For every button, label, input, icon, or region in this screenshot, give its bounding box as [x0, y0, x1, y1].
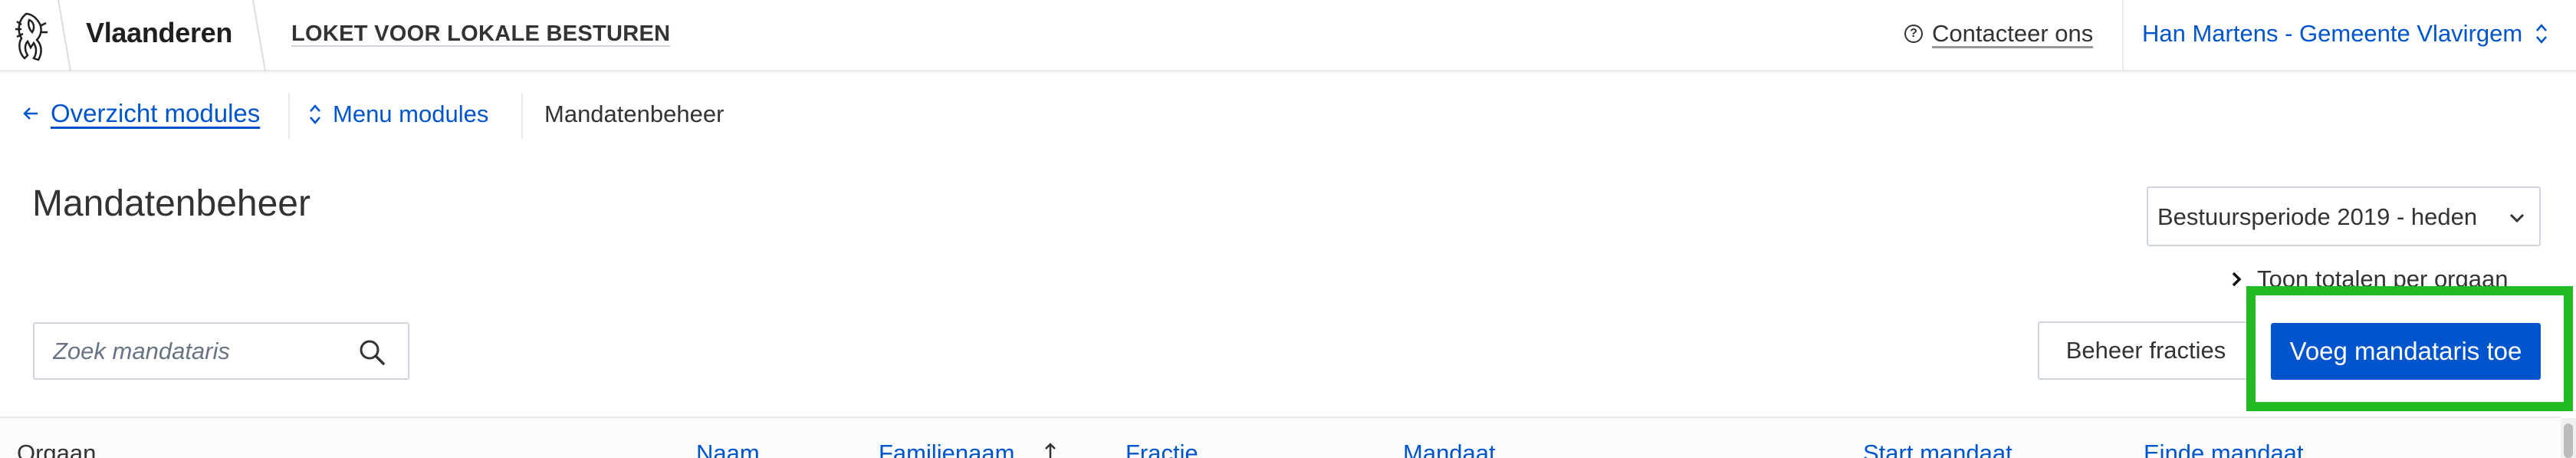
brand-divider	[252, 0, 266, 71]
contact-link[interactable]: ? Contacteer ons	[1904, 20, 2093, 48]
chevron-right-icon	[2232, 272, 2242, 287]
back-to-modules-link[interactable]: Overzicht modules	[21, 99, 260, 128]
arrow-left-icon	[23, 107, 38, 120]
user-label: Han Martens - Gemeente Vlavirgem	[2142, 20, 2523, 47]
page-title: Mandatenbeheer	[32, 183, 310, 224]
breadcrumb-separator	[521, 93, 523, 139]
menu-modules-button[interactable]: Menu modules	[308, 100, 488, 128]
top-header: Vlaanderen LOKET VOOR LOKALE BESTUREN ? …	[0, 0, 2576, 71]
search-input[interactable]	[53, 336, 360, 367]
table-header: Orgaan Naam Familienaam Fractie Mandaat …	[0, 418, 2561, 458]
help-circle-icon: ?	[1904, 25, 1923, 43]
column-header-fractie[interactable]: Fractie	[1125, 440, 1198, 458]
column-header-familienaam[interactable]: Familienaam	[879, 440, 1014, 458]
search-box	[33, 322, 409, 380]
app-title[interactable]: LOKET VOOR LOKALE BESTUREN	[291, 22, 671, 47]
column-header-naam[interactable]: Naam	[696, 440, 760, 458]
logo-divider	[58, 0, 71, 71]
back-to-modules-label: Overzicht modules	[51, 99, 261, 127]
column-header-mandaat[interactable]: Mandaat	[1403, 440, 1496, 458]
search-icon[interactable]	[357, 338, 386, 367]
breadcrumb: Overzicht modules Menu modules Mandatenb…	[0, 73, 2576, 157]
flemish-lion-logo[interactable]	[11, 9, 54, 63]
manage-factions-button[interactable]: Beheer fracties	[2038, 321, 2254, 380]
sort-up-icon	[1045, 443, 1056, 458]
chevron-down-icon	[2509, 213, 2525, 223]
column-header-einde-mandaat[interactable]: Einde mandaat	[2144, 440, 2304, 458]
period-select-value: Bestuursperiode 2019 - heden	[2157, 203, 2478, 230]
add-mandatary-button[interactable]: Voeg mandataris toe	[2271, 323, 2541, 380]
user-switcher[interactable]: Han Martens - Gemeente Vlavirgem	[2142, 20, 2548, 48]
contact-label: Contacteer ons	[1932, 20, 2094, 47]
brand-name[interactable]: Vlaanderen	[86, 17, 232, 49]
breadcrumb-separator	[288, 93, 290, 139]
updown-chevron-icon	[2536, 24, 2548, 44]
period-select[interactable]: Bestuursperiode 2019 - heden	[2147, 186, 2541, 246]
column-header-start-mandaat[interactable]: Start mandaat	[1863, 440, 2013, 458]
menu-modules-label: Menu modules	[333, 100, 489, 127]
updown-chevron-icon	[310, 104, 320, 124]
header-separator	[2122, 0, 2124, 71]
column-header-orgaan: Orgaan	[17, 440, 97, 458]
scrollbar-thumb[interactable]	[2564, 423, 2573, 458]
breadcrumb-current: Mandatenbeheer	[544, 100, 724, 127]
